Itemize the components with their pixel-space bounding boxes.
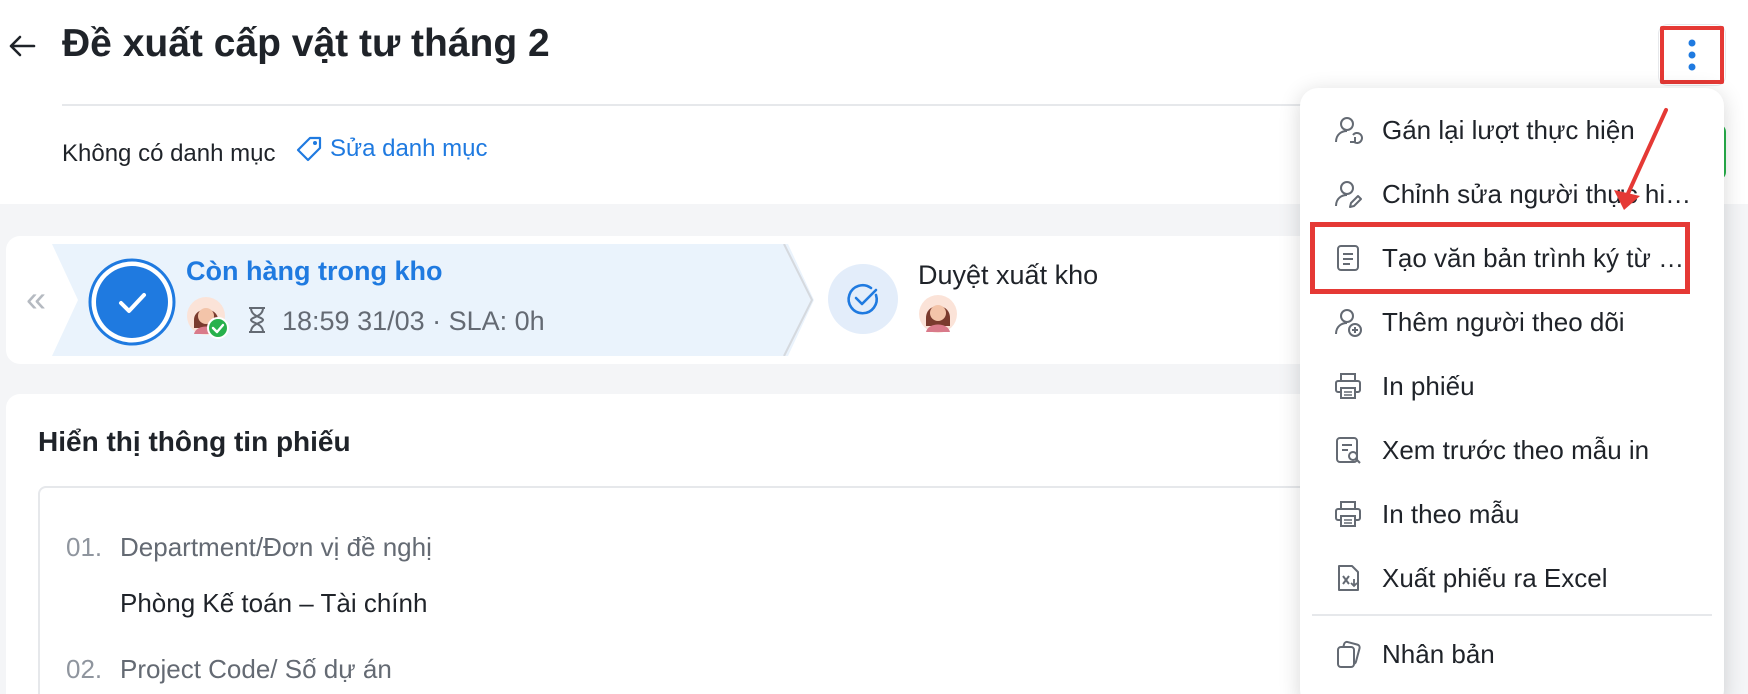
highlight-box	[1310, 222, 1690, 294]
workflow-prev-icon[interactable]: «	[26, 278, 46, 320]
menu-item-label: Xuất phiếu ra Excel	[1382, 562, 1608, 593]
user-add-icon	[1332, 306, 1364, 338]
more-vertical-icon	[1688, 39, 1696, 71]
menu-item-label: In phiếu	[1382, 370, 1475, 401]
menu-item-print-template[interactable]: In theo mẫu	[1332, 490, 1712, 538]
menu-item-label: Nhân bản	[1382, 638, 1495, 669]
assignee-avatar	[187, 297, 229, 339]
field-number: 02.	[66, 654, 103, 684]
edit-category-link[interactable]: Sửa danh mục	[294, 134, 488, 164]
check-circle-icon	[847, 283, 878, 315]
step-next-title[interactable]: Duyệt xuất kho	[918, 260, 1098, 291]
excel-icon	[1332, 562, 1364, 594]
step-next-icon	[828, 264, 898, 334]
category-none-text: Không có danh mục	[62, 140, 276, 167]
page-title: Đề xuất cấp vật tư tháng 2	[62, 22, 550, 65]
menu-item-duplicate[interactable]: Nhân bản	[1332, 630, 1712, 678]
menu-item-label: Thêm người theo dõi	[1382, 306, 1625, 337]
hourglass-icon	[249, 307, 265, 333]
step-current-title[interactable]: Còn hàng trong kho	[186, 256, 442, 287]
menu-item-print[interactable]: In phiếu	[1332, 362, 1712, 410]
step-done-icon	[88, 258, 176, 346]
field-number: 01.	[66, 532, 103, 562]
printer-icon	[1332, 370, 1364, 402]
menu-item-preview-template[interactable]: Xem trước theo mẫu in	[1332, 426, 1712, 474]
menu-item-label: Xem trước theo mẫu in	[1382, 434, 1650, 465]
menu-item-export-excel[interactable]: Xuất phiếu ra Excel	[1332, 554, 1712, 602]
menu-item-label: In theo mẫu	[1382, 498, 1520, 529]
annotation-arrow-icon	[1614, 108, 1668, 210]
menu-item-add-follower[interactable]: Thêm người theo dõi	[1332, 298, 1712, 346]
approver-avatar	[919, 295, 957, 333]
menu-item-label: Gán lại lượt thực hiện	[1382, 114, 1635, 145]
field-value: Phòng Kế toán – Tài chính	[120, 588, 428, 618]
user-reassign-icon	[1332, 114, 1364, 146]
field-label: Department/Đơn vị đề nghị	[120, 532, 432, 562]
field-label: Project Code/ Số dự án	[120, 654, 392, 684]
more-options-button[interactable]	[1660, 26, 1724, 84]
step-current-meta: 18:59 31/03 · SLA: 0h	[282, 306, 545, 336]
preview-document-icon	[1332, 434, 1364, 466]
menu-separator	[1312, 614, 1712, 616]
duplicate-icon	[1332, 638, 1364, 670]
tag-icon	[296, 136, 322, 162]
back-button[interactable]	[6, 28, 38, 64]
arrow-left-icon	[9, 35, 36, 57]
edit-category-label: Sửa danh mục	[330, 135, 488, 162]
section-title: Hiển thị thông tin phiếu	[38, 426, 351, 457]
printer-icon	[1332, 498, 1364, 530]
user-edit-icon	[1332, 178, 1364, 210]
